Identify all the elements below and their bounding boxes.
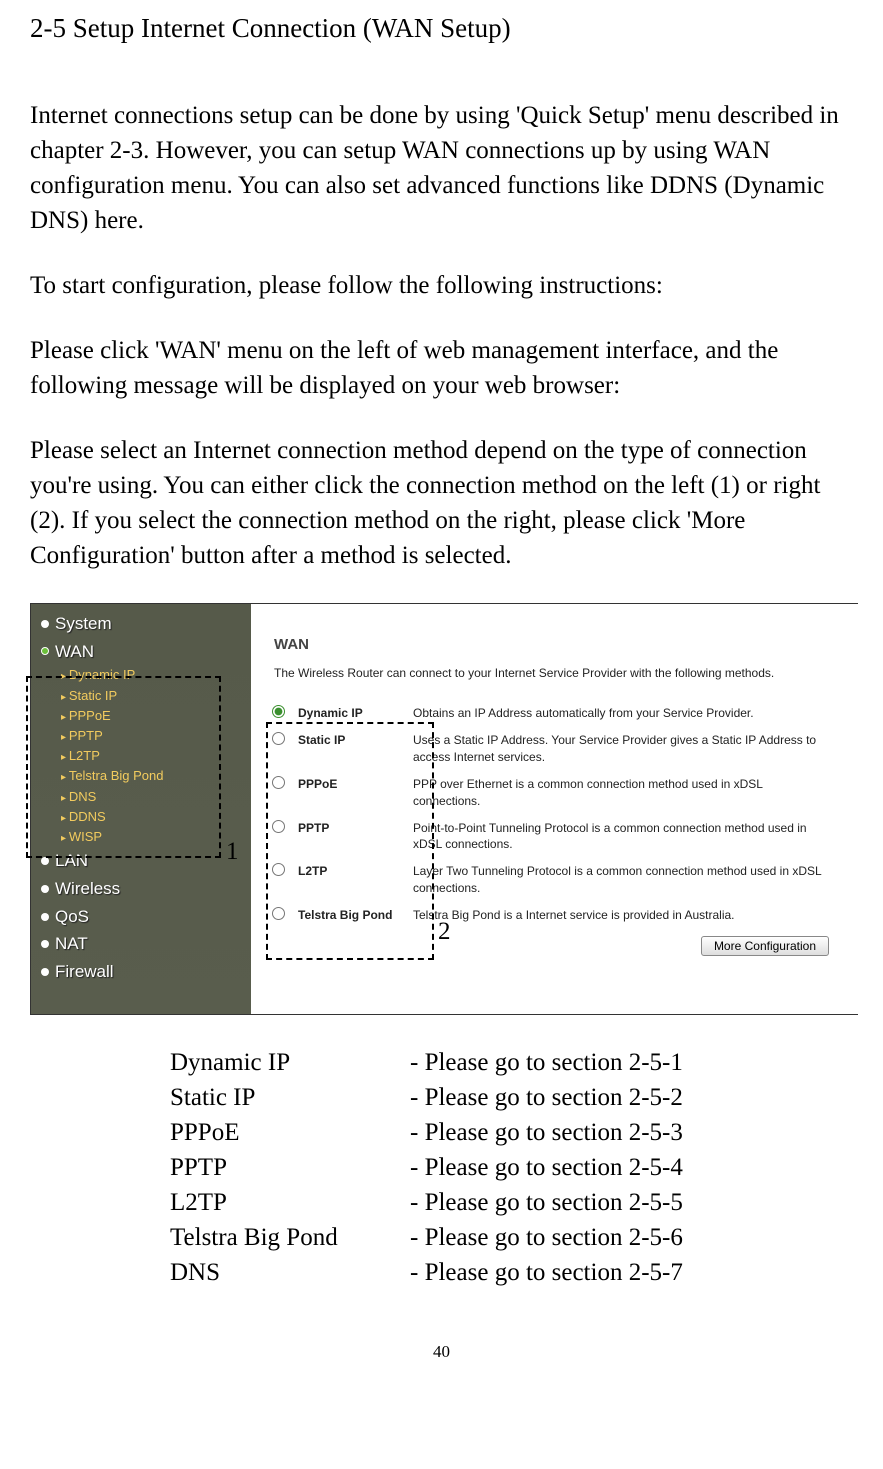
- sidebar-label: Firewall: [55, 960, 114, 984]
- bullet-icon: [41, 857, 49, 865]
- bullet-icon: [41, 940, 49, 948]
- wan-option-desc: Uses a Static IP Address. Your Service P…: [407, 727, 839, 771]
- ref-name: PPPoE: [170, 1115, 410, 1150]
- sidebar-item-system[interactable]: System: [31, 610, 251, 638]
- paragraph-4: Please select an Internet connection met…: [30, 433, 853, 573]
- page-number: 40: [30, 1340, 853, 1364]
- ref-row: PPTP- Please go to section 2-5-4: [170, 1150, 853, 1185]
- callout-label-2: 2: [438, 914, 451, 949]
- screenshot-figure: System WAN Dynamic IP Static IP PPPoE PP…: [30, 603, 858, 1015]
- sidebar-label: System: [55, 612, 112, 636]
- ref-text: - Please go to section 2-5-3: [410, 1115, 683, 1150]
- more-configuration-button[interactable]: More Configuration: [701, 936, 829, 956]
- callout-label-1: 1: [226, 834, 239, 869]
- ref-text: - Please go to section 2-5-6: [410, 1220, 683, 1255]
- wan-option-desc: Telstra Big Pond is a Internet service i…: [407, 902, 839, 930]
- wan-panel-description: The Wireless Router can connect to your …: [254, 665, 859, 700]
- ref-text: - Please go to section 2-5-7: [410, 1255, 683, 1290]
- ref-name: PPTP: [170, 1150, 410, 1185]
- wan-option-desc: Layer Two Tunneling Protocol is a common…: [407, 858, 839, 902]
- sidebar-label: Wireless: [55, 877, 120, 901]
- ref-name: Telstra Big Pond: [170, 1220, 410, 1255]
- section-references: Dynamic IP- Please go to section 2-5-1 S…: [170, 1045, 853, 1290]
- ref-row: L2TP- Please go to section 2-5-5: [170, 1185, 853, 1220]
- bullet-icon: [41, 647, 49, 655]
- sidebar-label: WAN: [55, 640, 94, 664]
- ref-text: - Please go to section 2-5-1: [410, 1045, 683, 1080]
- paragraph-3: Please click 'WAN' menu on the left of w…: [30, 333, 853, 403]
- wan-panel-title: WAN: [254, 604, 859, 665]
- sidebar-item-wireless[interactable]: Wireless: [31, 875, 251, 903]
- ref-row: Dynamic IP- Please go to section 2-5-1: [170, 1045, 853, 1080]
- wan-option-desc: Obtains an IP Address automatically from…: [407, 700, 839, 728]
- paragraph-2: To start configuration, please follow th…: [30, 268, 853, 303]
- callout-box-1: [26, 676, 221, 858]
- sidebar-item-wan[interactable]: WAN: [31, 638, 251, 666]
- ref-name: Static IP: [170, 1080, 410, 1115]
- ref-row: Static IP- Please go to section 2-5-2: [170, 1080, 853, 1115]
- ref-name: L2TP: [170, 1185, 410, 1220]
- ref-name: Dynamic IP: [170, 1045, 410, 1080]
- ref-name: DNS: [170, 1255, 410, 1290]
- sidebar-item-firewall[interactable]: Firewall: [31, 958, 251, 986]
- wan-option-desc: Point-to-Point Tunneling Protocol is a c…: [407, 815, 839, 859]
- bullet-icon: [41, 620, 49, 628]
- sidebar-label: NAT: [55, 932, 88, 956]
- sidebar-item-nat[interactable]: NAT: [31, 930, 251, 958]
- wan-option-desc: PPP over Ethernet is a common connection…: [407, 771, 839, 815]
- sidebar-label: QoS: [55, 905, 89, 929]
- ref-text: - Please go to section 2-5-4: [410, 1150, 683, 1185]
- callout-box-2: [266, 722, 434, 960]
- bullet-icon: [41, 968, 49, 976]
- ref-row: DNS- Please go to section 2-5-7: [170, 1255, 853, 1290]
- ref-text: - Please go to section 2-5-5: [410, 1185, 683, 1220]
- ref-row: Telstra Big Pond- Please go to section 2…: [170, 1220, 853, 1255]
- ref-row: PPPoE- Please go to section 2-5-3: [170, 1115, 853, 1150]
- ref-text: - Please go to section 2-5-2: [410, 1080, 683, 1115]
- page-heading: 2-5 Setup Internet Connection (WAN Setup…: [30, 10, 853, 48]
- bullet-icon: [41, 913, 49, 921]
- radio-dynamic-ip[interactable]: [272, 705, 285, 718]
- sidebar-item-qos[interactable]: QoS: [31, 903, 251, 931]
- bullet-icon: [41, 885, 49, 893]
- paragraph-1: Internet connections setup can be done b…: [30, 98, 853, 238]
